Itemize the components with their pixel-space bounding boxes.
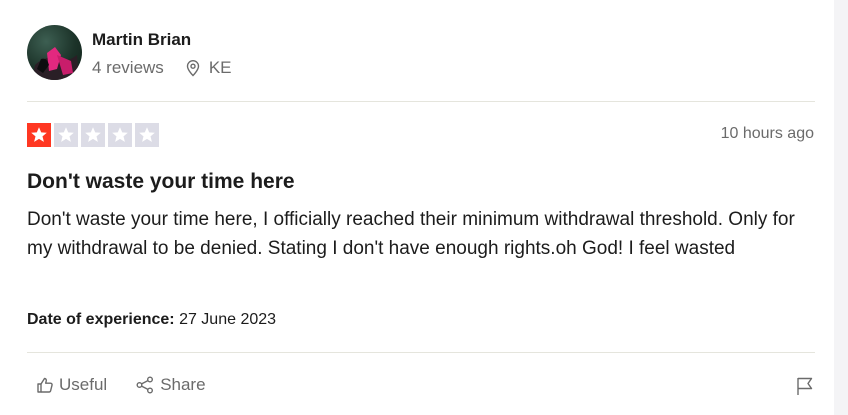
review-time: 10 hours ago [720, 125, 814, 142]
star-empty-icon [81, 123, 105, 147]
review-actions: Useful Share [36, 375, 206, 395]
experience-date: 27 June 2023 [179, 311, 277, 328]
share-button[interactable]: Share [135, 375, 206, 395]
date-of-experience: Date of experience: 27 June 2023 [27, 311, 276, 329]
location-pin-icon [184, 59, 202, 77]
avatar[interactable] [27, 25, 82, 80]
review-body: Don't waste your time here, I officially… [27, 209, 795, 259]
share-icon [136, 376, 154, 394]
experience-label: Date of experience: [27, 311, 175, 328]
divider [27, 352, 815, 353]
scrollbar-track [834, 0, 848, 415]
reviewer-name[interactable]: Martin Brian [92, 30, 232, 50]
star-empty-icon [108, 123, 132, 147]
share-label: Share [160, 375, 206, 394]
flag-icon [797, 377, 813, 395]
reviewer-location: KE [184, 58, 232, 78]
thumbs-up-icon [37, 377, 53, 393]
star-empty-icon [135, 123, 159, 147]
reviews-count: 4 reviews [92, 57, 164, 77]
divider [27, 101, 815, 102]
review-title[interactable]: Don't waste your time here [27, 170, 295, 194]
star-filled-icon [27, 123, 51, 147]
useful-label: Useful [59, 375, 108, 394]
star-empty-icon [54, 123, 78, 147]
reviewer-meta: 4 reviews KE [92, 58, 232, 78]
reviewer-info: Martin Brian 4 reviews KE [92, 28, 232, 78]
useful-button[interactable]: Useful [36, 375, 107, 395]
reviewer-country: KE [208, 57, 232, 77]
report-flag-button[interactable] [795, 376, 815, 396]
reviewer-header: Martin Brian 4 reviews KE [27, 25, 232, 80]
star-rating [27, 123, 162, 147]
